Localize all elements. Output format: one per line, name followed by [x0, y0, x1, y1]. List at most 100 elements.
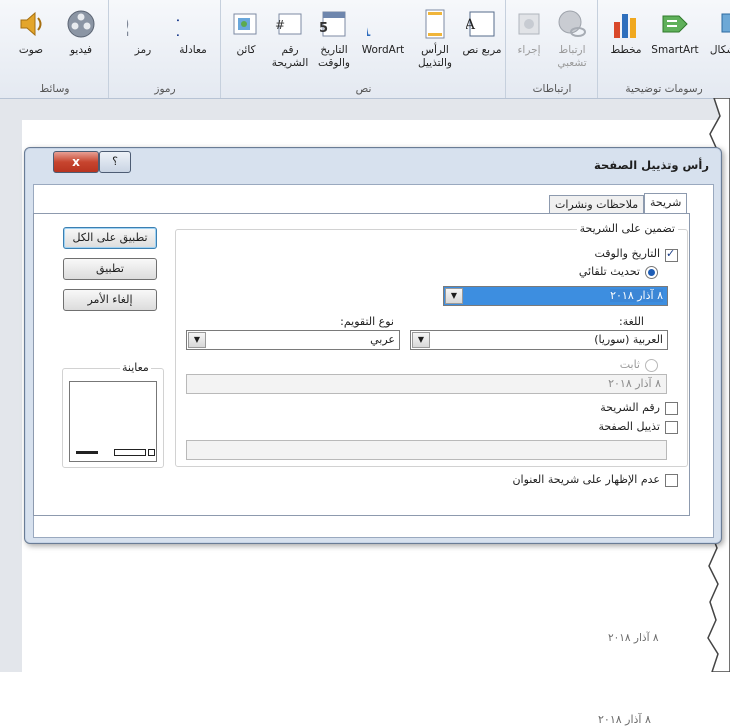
- apply-to-all-button[interactable]: تطبيق على الكل: [63, 227, 157, 249]
- text-box-label: مربع نص: [462, 44, 502, 56]
- footer-checkbox[interactable]: [665, 421, 678, 434]
- hyperlink-label: ارتباط تشعبي: [557, 44, 587, 69]
- smartart-label: SmartArt: [651, 44, 699, 56]
- language-select[interactable]: العربية (سوريا) ▼: [410, 330, 668, 350]
- language-value: العربية (سوريا): [594, 333, 663, 346]
- action-button[interactable]: إجراء: [510, 8, 548, 57]
- film-reel-icon: [67, 10, 95, 38]
- ribbon-group-symbols-label: رموز: [154, 83, 176, 95]
- text-box-icon: A: [466, 11, 495, 37]
- ribbon-group-media: فيديو صوت وسائط: [0, 0, 109, 98]
- fixed-label: ثابت: [619, 358, 640, 371]
- slide-number-label: رقم الشريحة: [271, 44, 309, 69]
- include-on-slide-label: تضمين على الشريحة: [576, 222, 678, 235]
- ribbon-group-symbols: π معادلة Ω رمز رموز: [108, 0, 221, 98]
- preview-date-placeholder: [76, 451, 98, 454]
- svg-text:A: A: [466, 17, 476, 33]
- equation-label: معادلة: [179, 44, 207, 56]
- speaker-icon: [20, 11, 42, 37]
- dont-show-on-title-checkbox[interactable]: [665, 474, 678, 487]
- ribbon-group-links-label: ارتباطات: [532, 83, 572, 95]
- date-time-label: التاريخ والوقت: [594, 247, 660, 260]
- chevron-down-icon: ▼: [445, 288, 463, 304]
- apply-button[interactable]: تطبيق: [63, 258, 157, 280]
- calendar-type-label: نوع التقويم:: [340, 315, 394, 328]
- omega-icon: Ω: [127, 9, 130, 40]
- chevron-down-icon: ▼: [188, 332, 206, 348]
- shapes-button[interactable]: أشكال: [704, 8, 730, 57]
- ribbon-group-illustrations-label: رسومات توضيحية: [625, 83, 703, 95]
- header-footer-icon: [425, 9, 445, 39]
- wordart-icon: A: [367, 9, 372, 40]
- object-icon: [233, 13, 257, 35]
- date-time-label: التاريخ والوقت: [318, 44, 350, 69]
- equation-button[interactable]: π معادلة: [171, 8, 215, 57]
- header-footer-label: الرأس والتذييل: [418, 44, 452, 69]
- slide-number-label: رقم الشريحة: [600, 401, 660, 414]
- hyperlink-icon: [558, 10, 586, 37]
- shapes-icon: [721, 13, 730, 33]
- video-button[interactable]: فيديو: [59, 8, 103, 57]
- symbol-label: رمز: [134, 44, 152, 56]
- action-label: إجراء: [517, 44, 541, 56]
- smartart-icon: [662, 15, 688, 33]
- date-format-select[interactable]: ٨ آذار ٢٠١٨ ▼: [443, 286, 668, 306]
- language-label: اللغة:: [619, 315, 644, 328]
- preview-box: [69, 381, 157, 462]
- fixed-radio[interactable]: [645, 359, 658, 372]
- close-button[interactable]: x: [53, 151, 99, 173]
- slide-number-button[interactable]: # رقم الشريحة: [270, 8, 310, 70]
- svg-text:A: A: [367, 9, 372, 40]
- date-time-checkbox[interactable]: [665, 247, 678, 262]
- help-button[interactable]: ؟: [99, 151, 131, 173]
- svg-text:#: #: [275, 18, 285, 32]
- action-icon: [518, 13, 540, 35]
- pi-icon: π: [177, 8, 180, 40]
- wordart-button[interactable]: A WordArt: [358, 8, 408, 57]
- audio-label: صوت: [18, 44, 44, 56]
- ribbon-group-text-label: نص: [355, 83, 372, 95]
- slide-number-checkbox[interactable]: [665, 402, 678, 415]
- slide-number-icon: #: [275, 13, 302, 35]
- auto-update-radio[interactable]: [645, 266, 658, 279]
- ribbon: أشكال SmartArt مخطط رسومات توضيحية ارتبا…: [0, 0, 730, 99]
- calendar-type-select[interactable]: عربي ▼: [186, 330, 400, 350]
- preview-label: معاينة: [120, 361, 151, 374]
- cancel-button[interactable]: إلغاء الأمر: [63, 289, 157, 311]
- chevron-down-icon: ▼: [412, 332, 430, 348]
- slide-footer-date: ٨ آذار ٢٠١٨: [598, 713, 651, 726]
- chart-button[interactable]: مخطط: [606, 8, 646, 57]
- dont-show-on-title-label: عدم الإظهار على شريحة العنوان: [512, 473, 660, 486]
- dialog-title: رأس وتذييل الصفحة: [594, 158, 709, 172]
- date-format-value: ٨ آذار ٢٠١٨: [610, 289, 663, 302]
- audio-button[interactable]: صوت: [9, 8, 53, 57]
- svg-text:5: 5: [319, 21, 328, 36]
- text-box-button[interactable]: A مربع نص: [462, 8, 502, 57]
- preview-number-placeholder: [114, 449, 146, 456]
- chart-label: مخطط: [610, 44, 642, 56]
- smartart-button[interactable]: SmartArt: [650, 8, 700, 57]
- ribbon-group-illustrations: أشكال SmartArt مخطط رسومات توضيحية: [597, 0, 730, 98]
- ribbon-group-media-label: وسائط: [39, 83, 70, 95]
- preview-number-dot: [148, 449, 155, 456]
- svg-text:π: π: [177, 8, 180, 40]
- ribbon-group-links: ارتباط تشعبي إجراء ارتباطات: [505, 0, 598, 98]
- fixed-date-field[interactable]: ٨ آذار ٢٠١٨: [186, 374, 667, 394]
- ribbon-group-text: A مربع نص الرأس والتذييل A WordArt 5 الت…: [220, 0, 506, 98]
- shapes-label: أشكال: [709, 44, 730, 56]
- symbol-button[interactable]: Ω رمز: [121, 8, 165, 57]
- object-label: كائن: [236, 44, 256, 56]
- svg-text:Ω: Ω: [127, 9, 130, 40]
- footer-label: تذييل الصفحة: [598, 420, 660, 433]
- calendar-type-value: عربي: [370, 333, 395, 346]
- date-time-button[interactable]: 5 التاريخ والوقت: [312, 8, 356, 70]
- wordart-label: WordArt: [361, 44, 405, 56]
- tab-notes-handouts[interactable]: ملاحظات ونشرات: [549, 195, 645, 214]
- object-button[interactable]: كائن: [226, 8, 266, 57]
- auto-update-label: تحديث تلقائي: [578, 265, 640, 278]
- footer-text-field[interactable]: [186, 440, 667, 460]
- header-footer-button[interactable]: الرأس والتذييل: [410, 8, 460, 70]
- tab-slide[interactable]: شريحة: [644, 193, 688, 214]
- hyperlink-button[interactable]: ارتباط تشعبي: [550, 8, 594, 70]
- slide-footer-date-visible: ٨ آذار ٢٠١٨: [608, 632, 659, 644]
